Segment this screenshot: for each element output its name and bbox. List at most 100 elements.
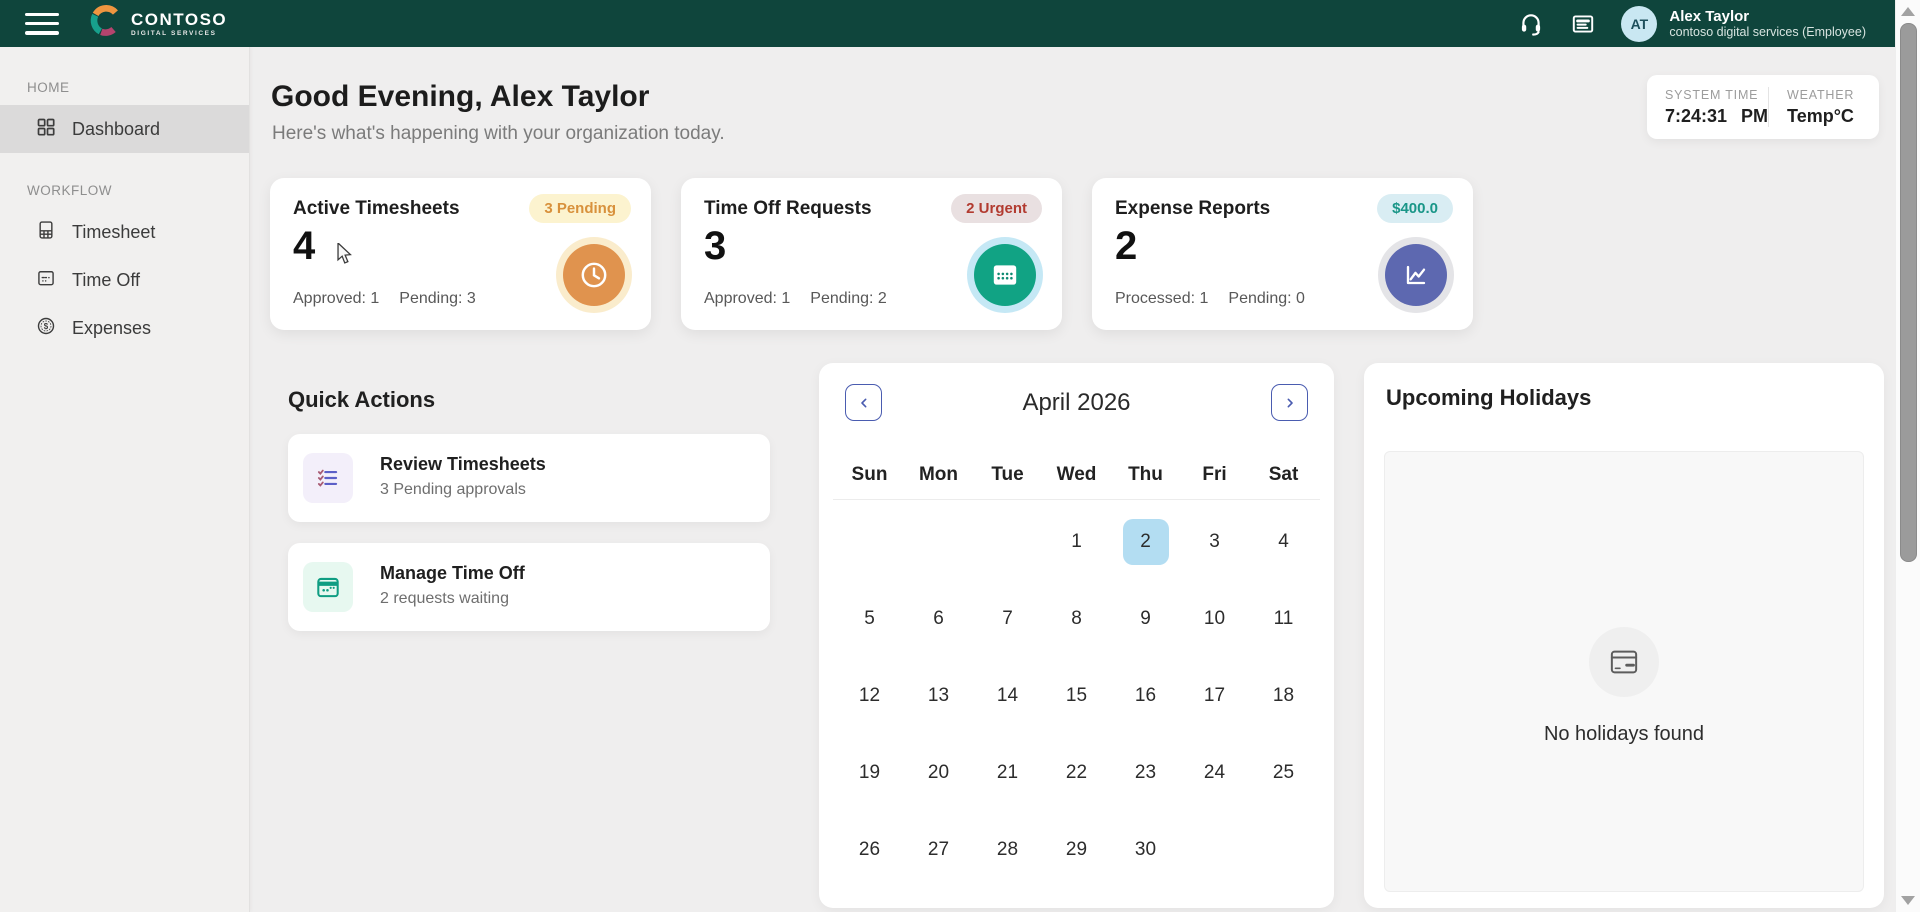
stat-card-value: 2 bbox=[1115, 224, 1138, 268]
calendar-day[interactable]: 23 bbox=[1123, 750, 1169, 796]
sidebar-item-timesheet[interactable]: Timesheet bbox=[0, 208, 249, 256]
logo-name: CONTOSO bbox=[131, 9, 228, 29]
sidebar: HOME Dashboard WORKFLOW Timesheet Time O… bbox=[0, 47, 250, 912]
sidebar-item-timeoff[interactable]: Time Off bbox=[0, 256, 249, 304]
calendar-day[interactable]: 9 bbox=[1123, 596, 1169, 642]
calendar-day[interactable]: 6 bbox=[916, 596, 962, 642]
calendar-empty-cell bbox=[1261, 827, 1307, 873]
calendar-day[interactable]: 22 bbox=[1054, 750, 1100, 796]
holidays-empty-text: No holidays found bbox=[1543, 723, 1705, 745]
calendar-day[interactable]: 13 bbox=[916, 673, 962, 719]
calendar-day[interactable]: 3 bbox=[1192, 519, 1238, 565]
timesheet-document-icon bbox=[36, 220, 56, 245]
calendar-day[interactable]: 12 bbox=[847, 673, 893, 719]
svg-text:$: $ bbox=[44, 321, 49, 330]
announcements-icon[interactable] bbox=[1569, 10, 1597, 38]
calendar-plus-icon bbox=[303, 562, 353, 612]
scrollbar-up-arrow-icon[interactable] bbox=[1901, 7, 1915, 16]
quick-action-manage-timeoff[interactable]: Manage Time Off 2 requests waiting bbox=[288, 543, 770, 631]
calendar-day-header: Thu bbox=[1128, 464, 1163, 485]
main-content: Good Evening, Alex Taylor Here's what's … bbox=[249, 47, 1896, 912]
calendar-day[interactable]: 21 bbox=[985, 750, 1031, 796]
calendar-grid: 1 2 3 4 5 6 7 8 9 10 11 12 13 14 15 16 17 18 19 20 21 22 23 24 2… bbox=[835, 503, 1318, 888]
stat-detail-pending: Pending: 0 bbox=[1228, 290, 1305, 307]
calendar-day[interactable]: 15 bbox=[1054, 673, 1100, 719]
support-headset-icon[interactable] bbox=[1517, 10, 1545, 38]
calendar-day[interactable]: 30 bbox=[1123, 827, 1169, 873]
calendar-day[interactable]: 28 bbox=[985, 827, 1031, 873]
stat-card-active-timesheets[interactable]: Active Timesheets 3 Pending 4 Approved: … bbox=[270, 178, 651, 330]
user-menu[interactable]: AT Alex Taylor contoso digital services … bbox=[1621, 5, 1866, 42]
calendar-day[interactable]: 10 bbox=[1192, 596, 1238, 642]
calendar-day[interactable]: 29 bbox=[1054, 827, 1100, 873]
quick-action-review-timesheets[interactable]: Review Timesheets 3 Pending approvals bbox=[288, 434, 770, 522]
calendar-day[interactable]: 25 bbox=[1261, 750, 1307, 796]
upcoming-holidays-title: Upcoming Holidays bbox=[1386, 385, 1592, 410]
calendar-day-header: Sat bbox=[1268, 464, 1299, 485]
vertical-scrollbar[interactable] bbox=[1895, 0, 1920, 912]
sidebar-item-label: Time Off bbox=[72, 269, 141, 290]
user-role: contoso digital services (Employee) bbox=[1669, 24, 1866, 39]
calendar-day[interactable]: 27 bbox=[916, 827, 962, 873]
calendar-day[interactable]: 17 bbox=[1192, 673, 1238, 719]
sidebar-item-dashboard[interactable]: Dashboard bbox=[0, 105, 249, 153]
calendar-day[interactable]: 7 bbox=[985, 596, 1031, 642]
contoso-logo: CONTOSO DIGITAL SERVICES bbox=[89, 4, 227, 43]
calendar-day[interactable]: 1 bbox=[1054, 519, 1100, 565]
calendar-icon bbox=[974, 244, 1036, 306]
system-time-label: SYSTEM TIME bbox=[1665, 87, 1759, 102]
stat-card-title: Active Timesheets bbox=[293, 198, 460, 219]
quick-action-subtitle: 3 Pending approvals bbox=[380, 481, 526, 498]
system-time-meridiem: PM bbox=[1741, 105, 1769, 126]
logo-tagline: DIGITAL SERVICES bbox=[131, 29, 217, 37]
stat-detail-pending: Pending: 3 bbox=[399, 290, 476, 307]
calendar-day-header: Sun bbox=[851, 464, 888, 485]
status-widget: SYSTEM TIME 7:24:31 PM WEATHER Temp°C bbox=[1647, 75, 1879, 139]
calendar-day[interactable]: 4 bbox=[1261, 519, 1307, 565]
calendar-day[interactable]: 18 bbox=[1261, 673, 1307, 719]
calendar-divider bbox=[833, 499, 1320, 500]
stat-detail-approved: Approved: 1 bbox=[704, 290, 791, 307]
scrollbar-down-arrow-icon[interactable] bbox=[1901, 896, 1915, 905]
scrollbar-thumb[interactable] bbox=[1900, 23, 1917, 562]
expenses-coin-icon: $ bbox=[36, 316, 56, 341]
calendar-next-button[interactable] bbox=[1271, 384, 1308, 421]
sidebar-section-workflow: WORKFLOW bbox=[27, 183, 112, 198]
page-subtitle: Here's what's happening with your organi… bbox=[272, 123, 725, 144]
calendar-day[interactable]: 20 bbox=[916, 750, 962, 796]
calendar-day[interactable]: 26 bbox=[847, 827, 893, 873]
avatar: AT bbox=[1621, 5, 1658, 42]
stat-card-expense-reports[interactable]: Expense Reports $400.0 2 Processed: 1 Pe… bbox=[1092, 178, 1473, 330]
sidebar-item-expenses[interactable]: $ Expenses bbox=[0, 304, 249, 352]
quick-action-title: Review Timesheets bbox=[380, 454, 546, 474]
calendar-day[interactable]: 11 bbox=[1261, 596, 1307, 642]
calendar-day[interactable]: 2 bbox=[1122, 518, 1169, 565]
calendar-day[interactable]: 8 bbox=[1054, 596, 1100, 642]
calendar-day-headers: Sun Mon Tue Wed Thu Fri Sat bbox=[835, 458, 1318, 492]
quick-actions-title: Quick Actions bbox=[288, 387, 436, 412]
calendar-day-header: Fri bbox=[1202, 464, 1227, 485]
calendar-day[interactable]: 5 bbox=[847, 596, 893, 642]
hamburger-menu-icon[interactable] bbox=[25, 12, 59, 35]
status-badge: $400.0 bbox=[1377, 194, 1453, 223]
calendar-day[interactable]: 19 bbox=[847, 750, 893, 796]
calendar-day-header: Mon bbox=[918, 464, 959, 485]
quick-action-subtitle: 2 requests waiting bbox=[380, 590, 509, 607]
status-badge: 2 Urgent bbox=[951, 194, 1042, 223]
calendar-day[interactable]: 16 bbox=[1123, 673, 1169, 719]
calendar-day[interactable]: 24 bbox=[1192, 750, 1238, 796]
clock-icon bbox=[563, 244, 625, 306]
calendar-empty-cell bbox=[985, 519, 1031, 565]
calendar-day[interactable]: 14 bbox=[985, 673, 1031, 719]
weather-value: Temp°C bbox=[1787, 105, 1854, 126]
sidebar-item-label: Dashboard bbox=[72, 118, 161, 139]
stat-detail-approved: Approved: 1 bbox=[293, 290, 380, 307]
holidays-empty-calendar-icon bbox=[1589, 627, 1659, 697]
weather-label: WEATHER bbox=[1787, 87, 1855, 102]
dashboard-grid-icon bbox=[36, 117, 56, 142]
upcoming-holidays-card: Upcoming Holidays No holidays found bbox=[1364, 363, 1884, 908]
checklist-icon bbox=[303, 453, 353, 503]
stat-card-title: Time Off Requests bbox=[704, 198, 872, 219]
calendar-empty-cell bbox=[916, 519, 962, 565]
stat-card-timeoff-requests[interactable]: Time Off Requests 2 Urgent 3 Approved: 1… bbox=[681, 178, 1062, 330]
